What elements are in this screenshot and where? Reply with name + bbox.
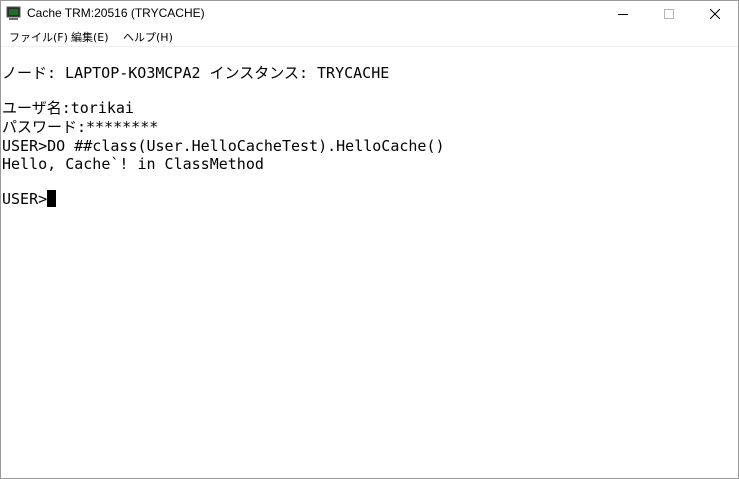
terminal-window: Cache TRM:20516 (TRYCACHE) ファイル(F) 編集(E)… [0, 0, 739, 479]
text-cursor [47, 190, 57, 207]
terminal-area[interactable]: ノード: LAPTOP-KO3MCPA2 インスタンス: TRYCACHE ユー… [1, 47, 738, 478]
terminal-line-command: USER>DO ##class(User.HelloCacheTest).Hel… [2, 137, 445, 155]
terminal-line-prompt: USER> [2, 190, 57, 208]
menu-file[interactable]: ファイル(F) [9, 29, 68, 45]
minimize-icon [618, 14, 628, 15]
prompt-text: USER> [2, 190, 48, 208]
terminal-line-output: Hello, Cache`! in ClassMethod [2, 155, 264, 173]
terminal-line-node: ノード: LAPTOP-KO3MCPA2 インスタンス: TRYCACHE [2, 64, 390, 82]
menu-help[interactable]: ヘルプ(H) [123, 29, 173, 45]
close-button[interactable] [692, 1, 738, 27]
maximize-icon [664, 9, 674, 19]
maximize-button[interactable] [646, 1, 692, 27]
close-icon [710, 9, 720, 19]
terminal-line-username: ユーザ名:torikai [2, 99, 134, 117]
minimize-button[interactable] [600, 1, 646, 27]
menu-edit[interactable]: 編集(E) [71, 29, 109, 45]
terminal-icon [6, 6, 21, 20]
terminal-line-password: パスワード:******** [2, 118, 159, 136]
menu-bar: ファイル(F) 編集(E) ヘルプ(H) [1, 27, 738, 47]
window-title: Cache TRM:20516 (TRYCACHE) [27, 6, 205, 20]
title-bar[interactable]: Cache TRM:20516 (TRYCACHE) [1, 1, 738, 27]
